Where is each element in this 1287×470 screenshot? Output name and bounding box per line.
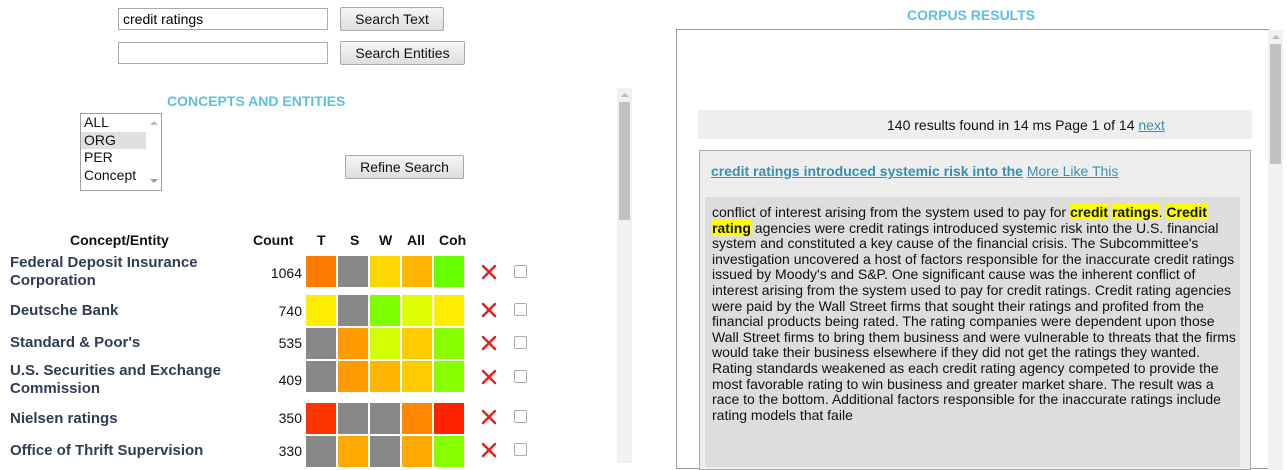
concepts-scrollbar[interactable] [617, 88, 632, 463]
score-cell-w [369, 435, 401, 468]
scroll-up-icon[interactable] [1272, 35, 1280, 39]
search-term-highlight: ratings [1111, 204, 1159, 220]
select-checkbox[interactable] [514, 303, 527, 316]
header-all: All [407, 232, 425, 248]
entity-count: 535 [278, 335, 302, 351]
select-checkbox[interactable] [514, 336, 527, 349]
refine-search-button[interactable]: Refine Search [345, 155, 464, 179]
score-cell-t [305, 327, 337, 360]
score-cell-all [401, 402, 433, 435]
score-cell-t [305, 435, 337, 468]
listbox-scrollbar[interactable] [147, 114, 161, 190]
scroll-up-icon[interactable] [621, 93, 629, 97]
header-count: Count [253, 232, 294, 248]
entity-count: 1064 [270, 265, 302, 281]
score-cell-coh [433, 255, 465, 288]
select-checkbox[interactable] [514, 370, 527, 383]
score-cell-t [305, 294, 337, 327]
results-summary: 140 results found in 14 ms Page 1 of 14 … [887, 117, 1165, 133]
header-coh: Coh [439, 232, 467, 248]
snippet-text-segment: agencies were credit ratings introduced … [712, 219, 1236, 423]
search-term-highlight: credit [1069, 204, 1109, 220]
result-header: credit ratings introduced systemic risk … [711, 163, 1118, 179]
results-count-text: 140 results found in 14 ms Page 1 of 14 [887, 117, 1135, 133]
score-cell-all [401, 435, 433, 468]
score-cell-s [337, 402, 369, 435]
header-s: S [350, 232, 360, 248]
listbox-option-concept[interactable]: Concept [81, 167, 146, 185]
score-cell-coh [433, 402, 465, 435]
score-cell-coh [433, 294, 465, 327]
score-cell-t [305, 255, 337, 288]
remove-icon[interactable] [479, 262, 499, 282]
entity-count: 409 [278, 372, 302, 388]
score-cell-w [369, 327, 401, 360]
select-checkbox[interactable] [514, 443, 527, 456]
remove-icon[interactable] [479, 333, 499, 353]
result-title-link[interactable]: credit ratings introduced systemic risk … [711, 163, 1023, 179]
select-checkbox[interactable] [514, 410, 527, 423]
snippet-text-segment: conflict of interest arising from the sy… [712, 204, 1070, 220]
score-cell-s [337, 360, 369, 393]
score-cell-all [401, 327, 433, 360]
remove-icon[interactable] [479, 300, 499, 320]
listbox-option-per[interactable]: PER [81, 149, 146, 167]
score-cell-w [369, 360, 401, 393]
search-term-highlight: rating [712, 219, 751, 236]
result-snippet: conflict of interest arising from the sy… [712, 204, 1240, 423]
score-cell-all [401, 294, 433, 327]
scroll-thumb[interactable] [619, 102, 630, 220]
search-entities-input[interactable] [118, 42, 328, 64]
results-scrollbar[interactable] [1268, 30, 1283, 470]
scroll-down-icon[interactable] [150, 179, 158, 183]
score-cell-s [337, 294, 369, 327]
entity-name[interactable]: Deutsche Bank [10, 302, 245, 320]
scroll-up-icon[interactable] [150, 121, 158, 125]
corpus-results-heading: CORPUS RESULTS [907, 7, 1036, 23]
score-cell-s [337, 435, 369, 468]
score-cell-w [369, 402, 401, 435]
listbox-option-org[interactable]: ORG [81, 131, 146, 149]
score-cell-s [337, 327, 369, 360]
entity-type-listbox[interactable]: ALL ORG PER Concept [80, 113, 162, 191]
score-cell-coh [433, 360, 465, 393]
entity-name[interactable]: Nielsen ratings [10, 410, 245, 428]
search-entities-button[interactable]: Search Entities [340, 41, 465, 65]
remove-icon[interactable] [479, 407, 499, 427]
listbox-option-all[interactable]: ALL [81, 114, 146, 132]
next-page-link[interactable]: next [1138, 117, 1164, 133]
header-t: T [317, 232, 326, 248]
score-cell-w [369, 294, 401, 327]
score-cell-coh [433, 435, 465, 468]
more-like-this-link[interactable]: More Like This [1027, 163, 1119, 179]
search-text-input[interactable] [118, 8, 328, 30]
header-concept-entity: Concept/Entity [70, 232, 169, 248]
remove-icon[interactable] [479, 367, 499, 387]
score-cell-coh [433, 327, 465, 360]
scroll-thumb[interactable] [1270, 44, 1281, 164]
score-cell-all [401, 360, 433, 393]
entity-count: 740 [278, 303, 302, 319]
remove-icon[interactable] [479, 440, 499, 460]
entity-name[interactable]: Office of Thrift Supervision [10, 442, 245, 460]
score-cell-all [401, 255, 433, 288]
entity-name[interactable]: Federal Deposit Insurance Corporation [10, 254, 245, 290]
concepts-heading: CONCEPTS AND ENTITIES [167, 93, 346, 109]
score-cell-t [305, 402, 337, 435]
entity-name[interactable]: U.S. Securities and Exchange Commission [10, 362, 245, 398]
entity-name[interactable]: Standard & Poor's [10, 334, 245, 352]
score-cell-t [305, 360, 337, 393]
search-text-button[interactable]: Search Text [340, 7, 444, 31]
entity-count: 330 [278, 443, 302, 459]
score-cell-s [337, 255, 369, 288]
search-term-highlight: Credit [1166, 204, 1207, 220]
score-cell-w [369, 255, 401, 288]
header-w: W [379, 232, 393, 248]
entity-count: 350 [278, 410, 302, 426]
select-checkbox[interactable] [514, 265, 527, 278]
